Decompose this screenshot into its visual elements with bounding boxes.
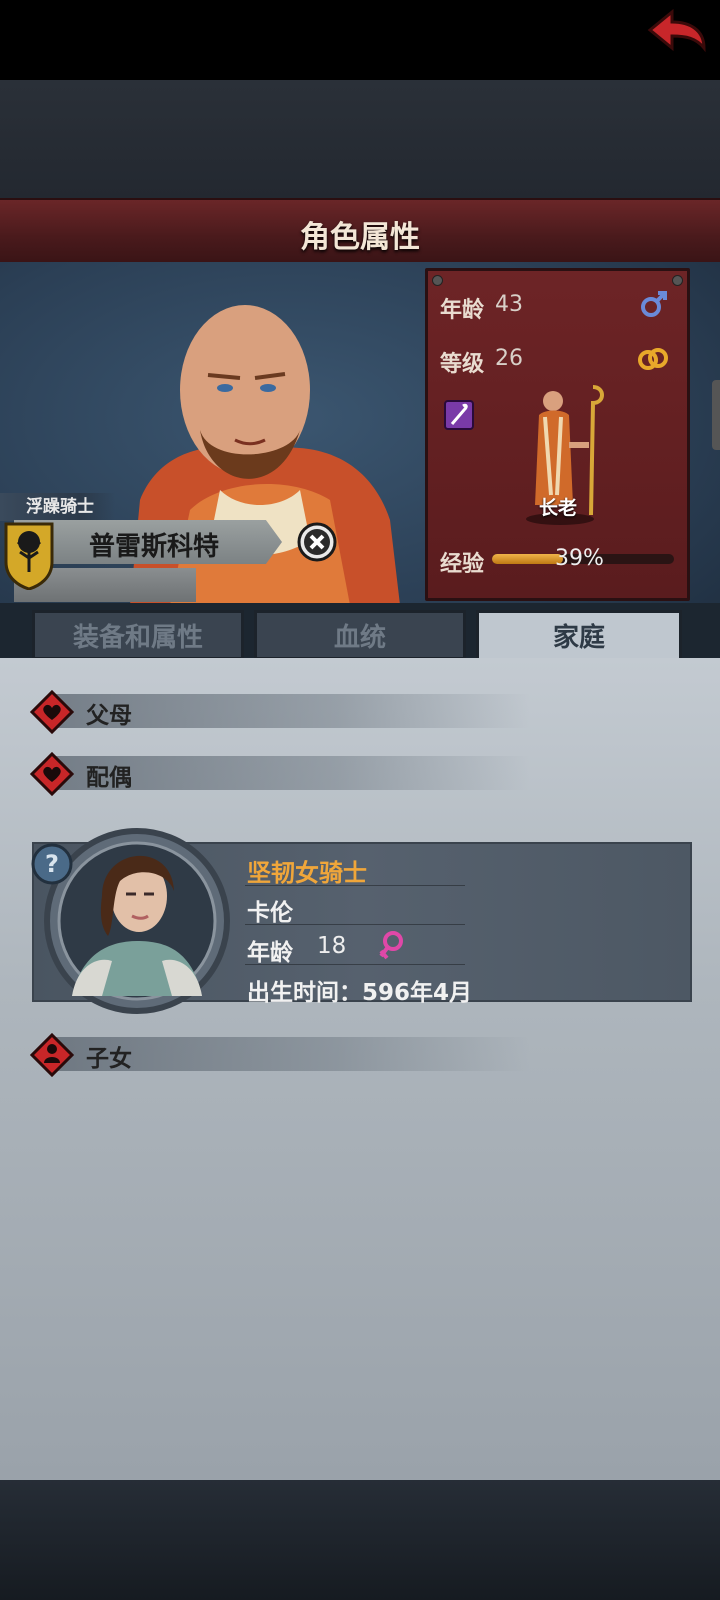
- level-value: 26: [495, 346, 523, 371]
- close-icon[interactable]: [297, 522, 337, 562]
- parents-label: 父母: [86, 703, 132, 729]
- spouse-section[interactable]: 配偶: [30, 752, 530, 796]
- exp-label: 经验: [440, 552, 485, 577]
- header-bar: 角色属性: [0, 198, 720, 265]
- spouse-birth: 出生时间：596年4月: [247, 980, 473, 1006]
- parents-section[interactable]: 父母: [30, 690, 530, 734]
- exp-value: 39%: [555, 546, 604, 571]
- character-title: 浮躁骑士: [0, 493, 115, 521]
- heart-icon: [30, 752, 74, 796]
- female-icon: [379, 931, 403, 960]
- tab-bloodline[interactable]: 血统: [254, 610, 466, 660]
- status-bar: [0, 0, 720, 80]
- tab-family[interactable]: 家庭: [476, 610, 682, 660]
- rings-icon: [638, 348, 668, 370]
- spouse-label: 配偶: [86, 765, 132, 791]
- tab-equipment[interactable]: 装备和属性: [32, 610, 244, 660]
- exp-bar-fill: [492, 554, 563, 564]
- back-arrow-icon[interactable]: [646, 8, 708, 54]
- male-icon: [641, 291, 667, 317]
- age-value: 43: [495, 292, 523, 317]
- spouse-age-value: 18: [317, 933, 347, 959]
- level-label: 等级: [440, 352, 485, 377]
- bottom-background: [0, 1480, 720, 1600]
- age-label: 年龄: [440, 298, 485, 323]
- spouse-title: 坚韧女骑士: [247, 859, 367, 887]
- class-label: 长老: [538, 497, 577, 519]
- spouse-age-label: 年龄: [247, 940, 293, 966]
- page-title: 角色属性: [300, 220, 420, 255]
- spouse-name: 卡伦: [247, 900, 293, 926]
- svg-text:?: ?: [45, 850, 59, 878]
- children-label: 子女: [86, 1046, 132, 1072]
- staff-icon[interactable]: [444, 400, 474, 430]
- top-background: [0, 80, 720, 200]
- question-icon[interactable]: ?: [30, 842, 74, 886]
- child-icon: [30, 1033, 74, 1077]
- children-section[interactable]: 子女: [30, 1033, 530, 1077]
- scrollbar[interactable]: [712, 380, 720, 450]
- heart-icon: [30, 690, 74, 734]
- character-name: 普雷斯科特: [88, 532, 219, 562]
